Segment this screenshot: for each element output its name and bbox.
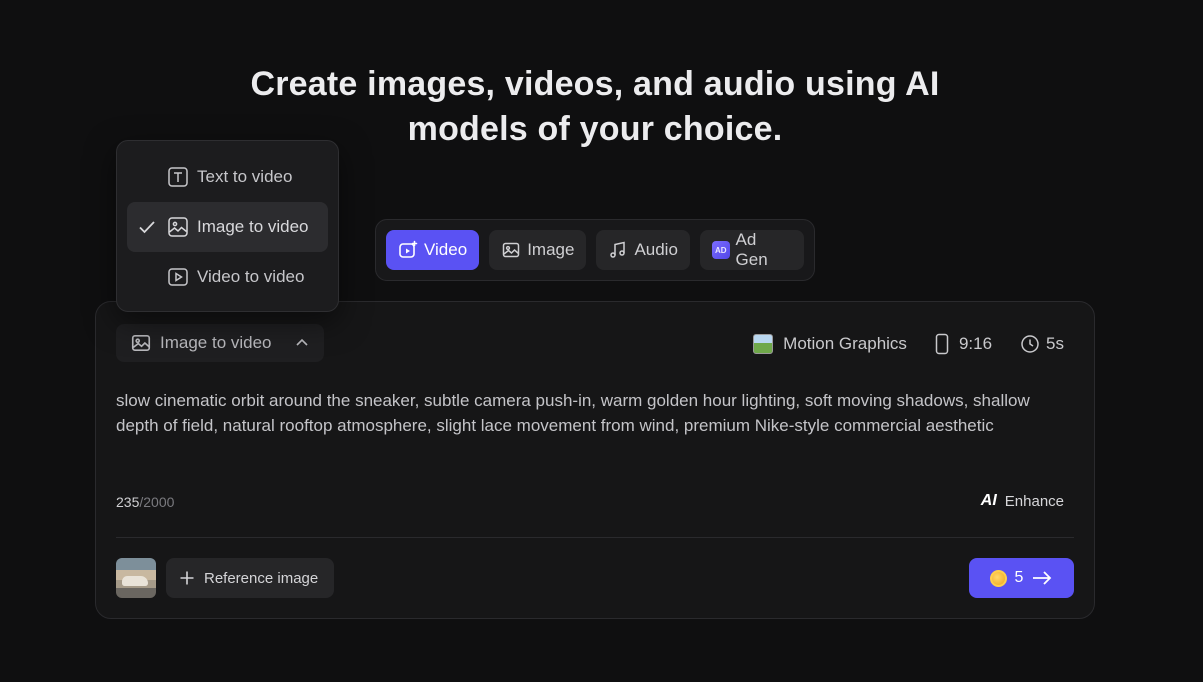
style-thumbnail [753, 334, 774, 354]
duration-label: 5s [1046, 334, 1064, 353]
ad-badge-icon: AD [711, 241, 730, 259]
character-counter: 235/2000 [116, 494, 174, 510]
tab-video-label: Video [424, 240, 468, 259]
dropdown-item-video-to-video[interactable]: Video to video [127, 252, 328, 302]
image-icon [130, 332, 152, 354]
headline-line-1: Create images, videos, and audio using A… [250, 65, 940, 103]
add-reference-image-button[interactable]: Reference image [166, 558, 334, 598]
enhance-button[interactable]: AI Enhance [981, 492, 1064, 510]
tab-image[interactable]: Image [489, 230, 587, 270]
aspect-ratio-label: 9:16 [958, 334, 993, 353]
prompt-card: Image to video Motion Graphics 9:16 5s s… [95, 301, 1095, 619]
music-note-icon [608, 240, 628, 260]
dropdown-item-label: Image to video [197, 217, 309, 236]
tab-audio-label: Audio [634, 240, 678, 259]
style-selector[interactable]: Motion Graphics [753, 334, 907, 354]
text-box-icon [167, 166, 189, 188]
image-icon [167, 216, 189, 238]
arrow-right-icon [1031, 569, 1053, 587]
reference-thumbnail[interactable] [116, 558, 156, 598]
tab-ad-gen[interactable]: AD Ad Gen [699, 230, 804, 270]
dropdown-item-label: Text to video [197, 167, 293, 186]
tab-audio[interactable]: Audio [596, 230, 690, 270]
generate-button[interactable]: 5 [969, 558, 1074, 598]
tab-image-label: Image [527, 240, 575, 259]
generation-type-select[interactable]: Image to video [116, 324, 324, 362]
aspect-ratio-selector[interactable]: 9:16 [935, 333, 992, 355]
generation-type-dropdown: Text to video Image to video Video to vi… [116, 140, 339, 312]
tab-ad-gen-label: Ad Gen [735, 230, 768, 269]
checkmark-icon [137, 217, 157, 237]
enhance-label: Enhance [1004, 492, 1064, 510]
mode-tab-bar: Video Image Audio AD Ad Gen [375, 219, 815, 281]
coin-icon [989, 569, 1007, 587]
clock-icon [1020, 334, 1040, 354]
image-icon [501, 240, 521, 260]
character-count: 235 [116, 494, 140, 510]
dropdown-item-image-to-video[interactable]: Image to video [127, 202, 328, 252]
tab-video[interactable]: Video [386, 230, 480, 270]
ai-enhance-icon: AI [980, 492, 997, 509]
character-max: /2000 [139, 494, 175, 510]
phone-icon [935, 333, 949, 355]
prompt-input[interactable]: slow cinematic orbit around the sneaker,… [116, 388, 1066, 438]
divider [116, 537, 1074, 538]
plus-icon [178, 569, 196, 587]
style-label: Motion Graphics [783, 334, 907, 353]
video-sparkle-icon [398, 240, 418, 260]
chevron-up-icon [294, 335, 310, 351]
generation-settings: Motion Graphics 9:16 5s [753, 330, 1064, 358]
reference-image-label: Reference image [204, 569, 319, 587]
dropdown-item-text-to-video[interactable]: Text to video [127, 152, 328, 202]
generation-type-label: Image to video [160, 333, 272, 352]
duration-selector[interactable]: 5s [1020, 334, 1064, 354]
generate-cost: 5 [1014, 569, 1024, 586]
dropdown-item-label: Video to video [197, 267, 305, 286]
play-box-icon [167, 266, 189, 288]
page-headline: Create images, videos, and audio using A… [0, 62, 1190, 152]
